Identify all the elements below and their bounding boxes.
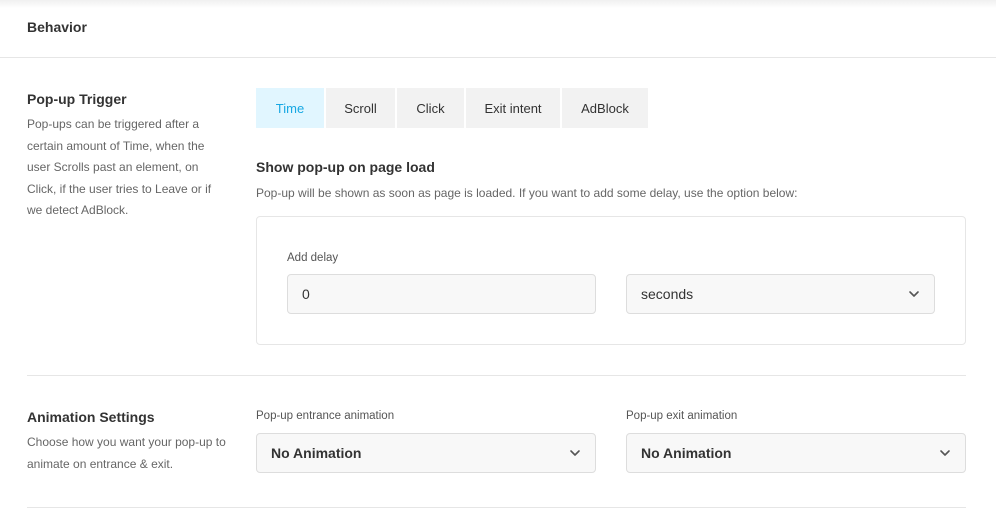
chevron-down-icon xyxy=(909,291,919,297)
header-divider xyxy=(0,57,996,58)
chevron-down-icon xyxy=(570,450,580,456)
time-panel-description: Pop-up will be shown as soon as page is … xyxy=(256,186,798,200)
exit-animation-select[interactable]: No Animation xyxy=(626,433,966,473)
delay-unit-select[interactable]: seconds xyxy=(626,274,935,314)
animation-section-title: Animation Settings xyxy=(27,409,155,425)
animation-section-description: Choose how you want your pop-up to anima… xyxy=(27,435,226,471)
delay-unit-value: seconds xyxy=(641,286,694,302)
section-header-title: Behavior xyxy=(27,19,87,35)
time-panel-title: Show pop-up on page load xyxy=(256,159,435,175)
tab-click[interactable]: Click xyxy=(397,88,464,128)
trigger-tabs: Time Scroll Click Exit intent AdBlock xyxy=(256,88,648,128)
tab-adblock[interactable]: AdBlock xyxy=(562,88,648,128)
add-delay-label: Add delay xyxy=(287,252,339,264)
entrance-animation-value: No Animation xyxy=(271,445,362,461)
trigger-section-title: Pop-up Trigger xyxy=(27,91,127,107)
delay-value-input[interactable] xyxy=(287,274,596,314)
entrance-animation-label: Pop-up entrance animation xyxy=(256,410,395,422)
top-shadow xyxy=(0,0,996,8)
tab-exit-intent[interactable]: Exit intent xyxy=(466,88,560,128)
exit-animation-label: Pop-up exit animation xyxy=(626,410,738,422)
delay-options-box: Add delay seconds xyxy=(256,216,966,345)
section-divider xyxy=(27,375,966,376)
entrance-animation-select[interactable]: No Animation xyxy=(256,433,596,473)
tab-time[interactable]: Time xyxy=(256,88,324,128)
exit-animation-value: No Animation xyxy=(641,445,732,461)
trigger-section-description: Pop-ups can be triggered after a certain… xyxy=(27,117,212,218)
tab-scroll[interactable]: Scroll xyxy=(326,88,395,128)
behavior-settings-page: Behavior Pop-up Trigger Pop-ups can be t… xyxy=(0,0,996,508)
chevron-down-icon xyxy=(940,450,950,456)
